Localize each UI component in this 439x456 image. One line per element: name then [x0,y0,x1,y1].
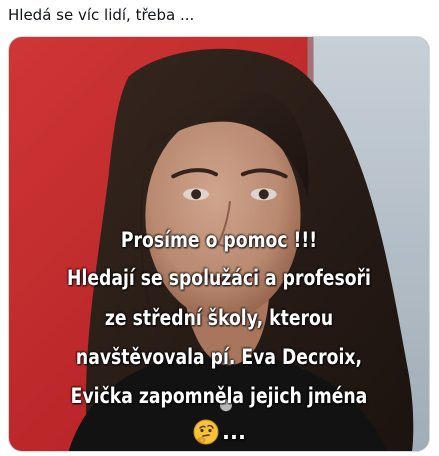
caption-line-2: Hledají se spolužáci a profesoři [67,266,371,290]
caption-line-3: ze střední školy, kterou [104,306,334,330]
caption-line-1: Prosíme o pomoc !!! [120,228,318,252]
caption-line-5: Evička zapomněla jejich jména [70,384,368,408]
post-image[interactable]: Prosíme o pomoc !!! Hledají se spolužáci… [8,36,430,452]
caption-line-6: ... [9,417,429,447]
thinking-face-icon [193,419,219,445]
caption-line-4: navštěvovala pí. Eva Decroix, [75,345,363,369]
post-text: Hledá se víc lidí, třeba ... [8,6,195,24]
caption-ellipsis: ... [222,420,246,444]
